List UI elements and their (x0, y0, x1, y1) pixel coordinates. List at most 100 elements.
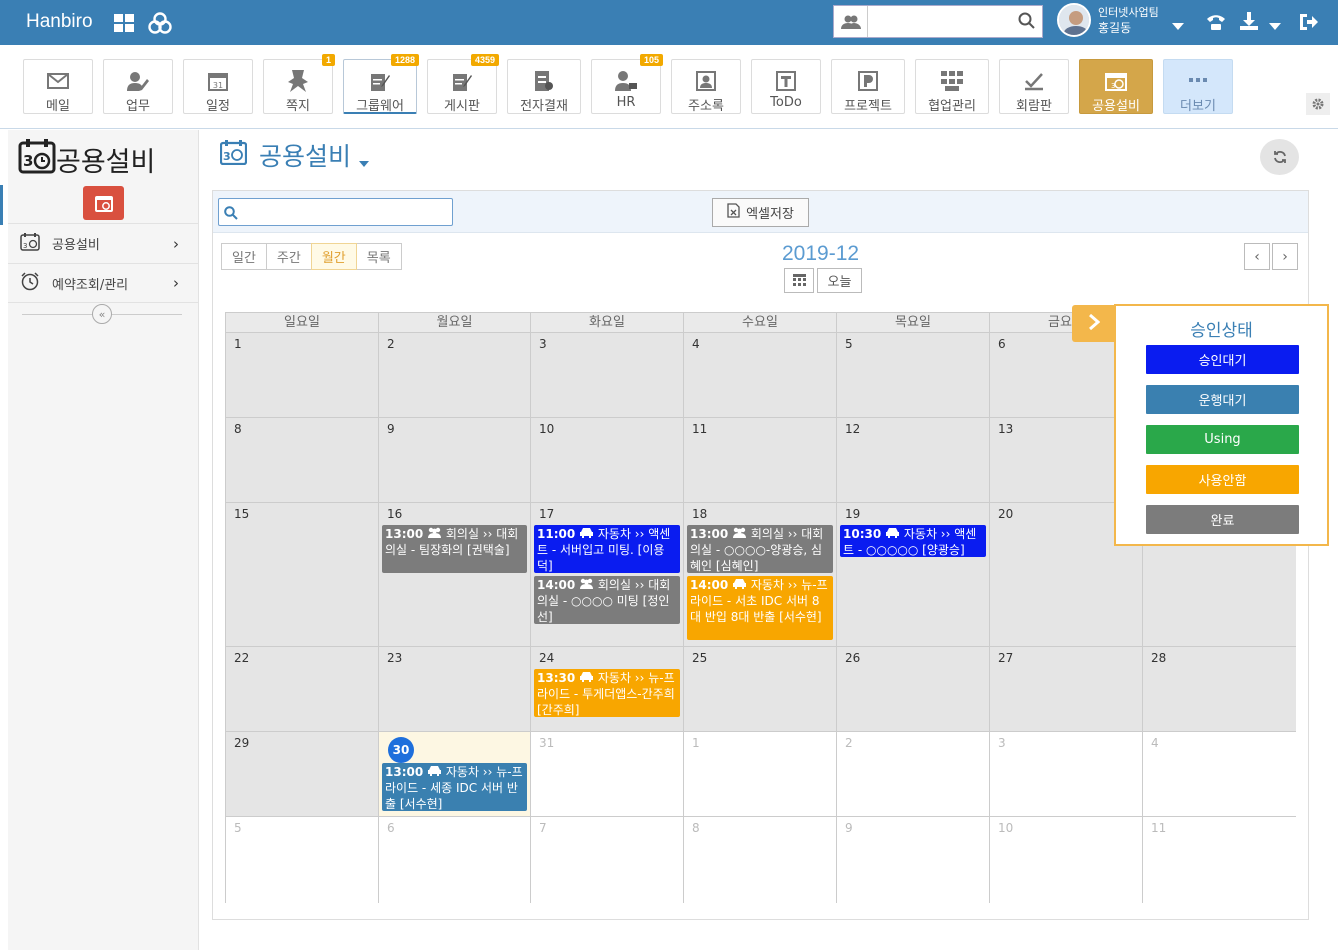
people-filter-icon[interactable] (834, 6, 868, 37)
day-number: 25 (692, 651, 708, 665)
apps-grid-icon[interactable] (114, 14, 135, 37)
day-cell[interactable]: 2 (837, 732, 990, 817)
day-cell[interactable]: 26 (837, 647, 990, 732)
app-board[interactable]: 게시판 4359 (427, 54, 499, 114)
day-cell[interactable]: 23 (379, 647, 531, 732)
view-list-button[interactable]: 목록 (355, 243, 402, 270)
day-cell[interactable]: 22 (226, 647, 379, 732)
day-cell[interactable]: 25 (684, 647, 837, 732)
day-cell[interactable]: 7 (531, 817, 684, 903)
current-month: 2019-12 (782, 242, 860, 265)
top-bar: Hanbiro 인터넷사업팀 홍길동 (0, 0, 1338, 45)
day-cell[interactable]: 10 (990, 817, 1143, 903)
reservation-event[interactable]: 13:00 자동차 ›› 뉴-프라이드 - 세종 IDC 서버 반출 [서수현] (382, 763, 527, 811)
date-picker-button[interactable] (784, 268, 814, 293)
day-cell[interactable]: 4 (684, 333, 837, 418)
logout-icon[interactable] (1300, 13, 1318, 35)
day-cell[interactable]: 10 (531, 418, 684, 503)
reservation-event[interactable]: 10:30 자동차 ›› 액센트 - ○○○○○ [양광승] (840, 525, 986, 557)
legend-status-unused[interactable]: 사용안함 (1146, 465, 1299, 494)
global-search[interactable] (833, 5, 1043, 38)
day-cell[interactable]: 1 (684, 732, 837, 817)
app-project[interactable]: 프로젝트 (831, 59, 905, 114)
reservation-event[interactable]: 14:00 회의실 ›› 대회의실 - ○○○○ 미팅 [정인선] (534, 576, 680, 624)
app-calendar[interactable]: 31 일정 (183, 59, 253, 114)
phone-icon[interactable] (1206, 13, 1226, 35)
excel-export-button[interactable]: 엑셀저장 (712, 198, 809, 227)
view-month-button[interactable]: 월간 (310, 243, 357, 270)
day-cell[interactable]: 3 (531, 333, 684, 418)
today-button[interactable]: 오늘 (817, 268, 862, 293)
app-groupware[interactable]: 그룹웨어 1288 (343, 54, 419, 114)
app-contacts[interactable]: 주소록 (671, 59, 741, 114)
day-cell[interactable]: 3 (990, 732, 1143, 817)
day-number: 3 (998, 736, 1006, 750)
day-cell[interactable]: 2 (379, 333, 531, 418)
app-memo[interactable]: 쪽지 1 (263, 54, 335, 114)
collapse-sidebar-icon[interactable]: « (92, 304, 112, 324)
day-cell[interactable]: 4 (1143, 732, 1296, 817)
day-number: 7 (539, 821, 547, 835)
avatar[interactable] (1057, 3, 1091, 37)
user-info[interactable]: 인터넷사업팀 홍길동 (1098, 6, 1159, 36)
page-title[interactable]: 3 공용설비 (219, 137, 370, 173)
title-dropdown-icon[interactable] (359, 144, 370, 173)
day-cell[interactable]: 12 (837, 418, 990, 503)
app-approval[interactable]: 전자결재 (507, 59, 581, 114)
app-more[interactable]: 더보기 (1163, 59, 1233, 114)
download-icon[interactable] (1240, 12, 1258, 34)
calendar-icon: 31 (184, 66, 252, 96)
app-mail[interactable]: 메일 (23, 59, 93, 114)
day-cell[interactable]: 8 (684, 817, 837, 903)
new-reservation-button[interactable] (83, 186, 124, 220)
search-icon[interactable] (1018, 12, 1036, 34)
brand-logo[interactable]: Hanbiro (26, 11, 93, 33)
reservation-event[interactable]: 13:00 회의실 ›› 대회의실 - 팀장화의 [권택술] (382, 525, 527, 573)
legend-status-pending[interactable]: 승인대기 (1146, 345, 1299, 374)
legend-status-done[interactable]: 완료 (1146, 505, 1299, 534)
reservation-event[interactable]: 13:00 회의실 ›› 대회의실 - ○○○○-양광승, 심혜인 [심혜인] (687, 525, 833, 573)
app-circular[interactable]: 회람판 (999, 59, 1069, 114)
day-cell[interactable]: 15 (226, 503, 379, 647)
view-week-button[interactable]: 주간 (265, 243, 312, 270)
day-cell[interactable]: 27 (990, 647, 1143, 732)
app-task[interactable]: 업무 (103, 59, 173, 114)
day-cell[interactable]: 9 (837, 817, 990, 903)
reservation-event[interactable]: 14:00 자동차 ›› 뉴-프라이드 - 서초 IDC 서버 8대 반입 8대… (687, 576, 833, 640)
prev-month-button[interactable]: ‹ (1244, 243, 1270, 270)
day-cell[interactable]: 11 (684, 418, 837, 503)
legend-status-using[interactable]: Using (1146, 425, 1299, 454)
app-resource[interactable]: 3 공용설비 (1079, 59, 1153, 114)
day-number: 29 (234, 736, 250, 750)
day-cell[interactable]: 5 (226, 817, 379, 903)
user-menu-caret-icon[interactable] (1172, 16, 1184, 35)
day-cell[interactable]: 6 (379, 817, 531, 903)
day-cell[interactable]: 9 (379, 418, 531, 503)
day-cell[interactable]: 31 (531, 732, 684, 817)
today-date-marker: 30 (388, 737, 414, 763)
legend-toggle-button[interactable] (1072, 305, 1115, 342)
sidebar-item-resource[interactable]: 3 공용설비 › (8, 223, 199, 263)
day-cell[interactable]: 11 (1143, 817, 1296, 903)
network-logo-icon[interactable] (148, 11, 172, 39)
refresh-button[interactable] (1260, 139, 1299, 175)
day-cell[interactable]: 8 (226, 418, 379, 503)
app-hr[interactable]: HR 105 (591, 54, 663, 114)
app-label: 협업관리 (928, 99, 976, 114)
reservation-event[interactable]: 11:00 자동차 ›› 액센트 - 서버입고 미팅. [이용덕] (534, 525, 680, 573)
reservation-event[interactable]: 13:30 자동차 ›› 뉴-프라이드 - 투게더앱스-간주희 [간주희] (534, 669, 680, 717)
download-caret-icon[interactable] (1269, 16, 1281, 35)
legend-status-waiting[interactable]: 운행대기 (1146, 385, 1299, 414)
next-month-button[interactable]: › (1272, 243, 1298, 270)
day-cell[interactable]: 28 (1143, 647, 1296, 732)
day-cell[interactable]: 29 (226, 732, 379, 817)
calendar-search-input[interactable] (218, 198, 453, 226)
app-collab[interactable]: 협업관리 (915, 59, 989, 114)
day-cell[interactable]: 1 (226, 333, 379, 418)
excel-export-label: 엑셀저장 (746, 207, 794, 222)
sidebar-item-reservations[interactable]: 예약조회/관리 › (8, 263, 199, 303)
view-day-button[interactable]: 일간 (221, 243, 267, 270)
app-todo[interactable]: ToDo (751, 59, 821, 114)
day-cell[interactable]: 5 (837, 333, 990, 418)
settings-gear-icon[interactable] (1306, 93, 1330, 115)
